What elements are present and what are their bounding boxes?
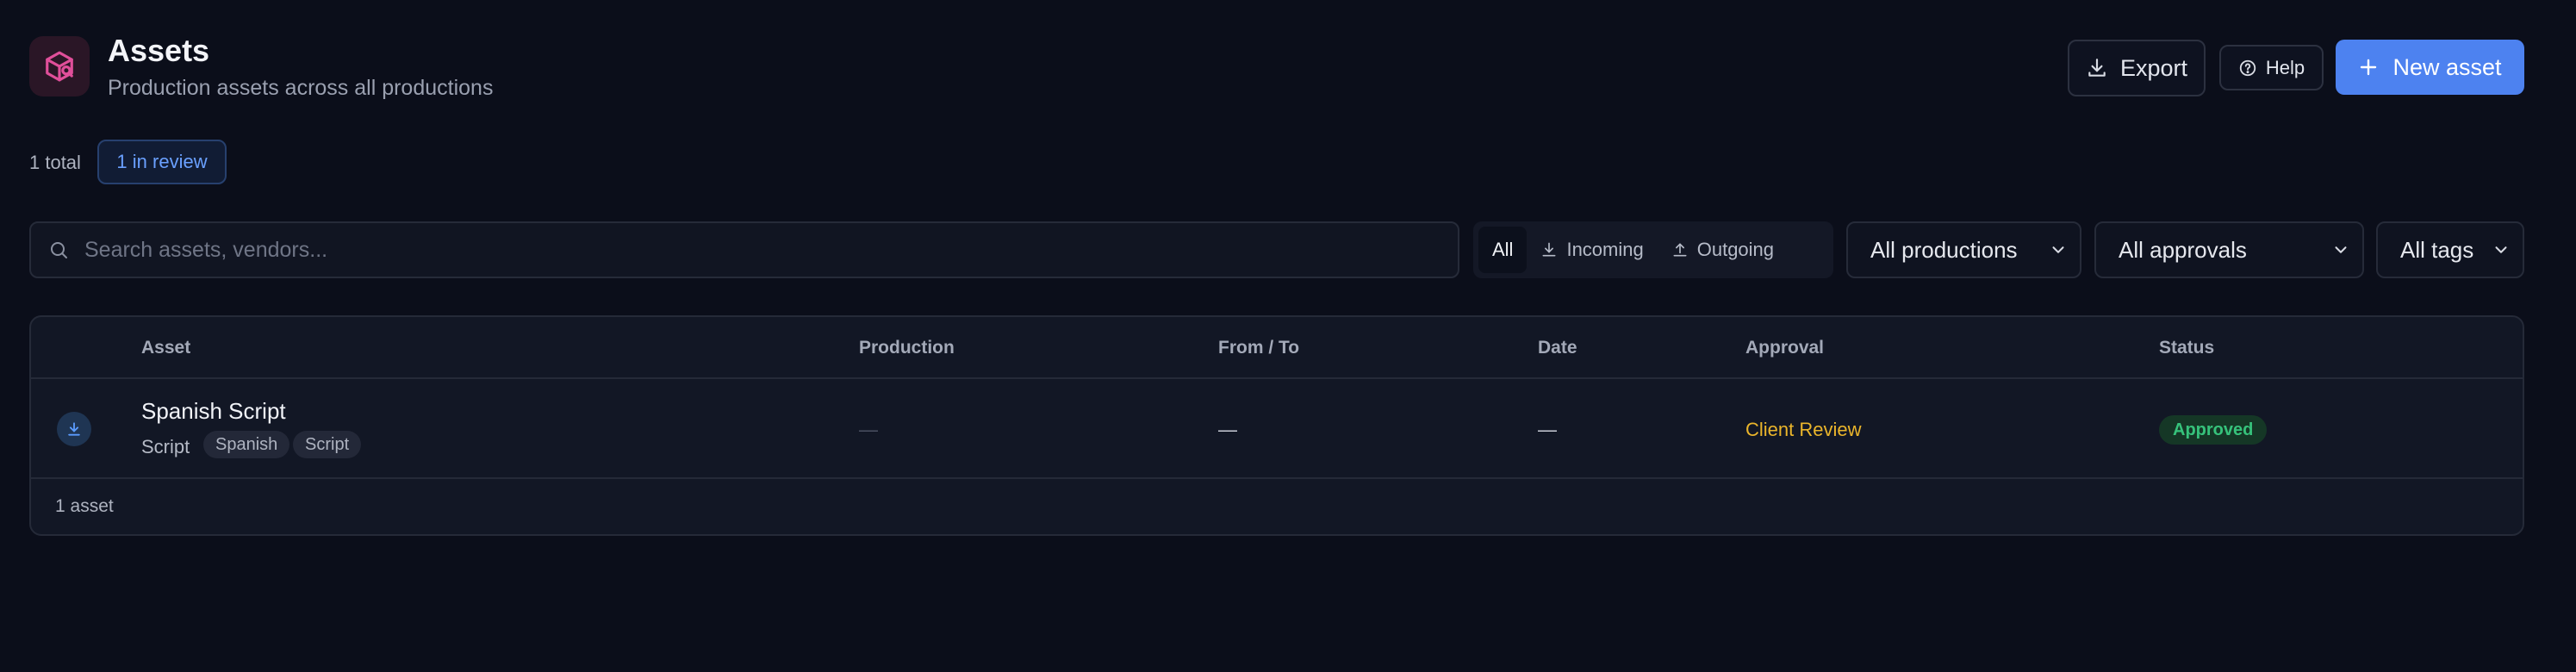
from-to-cell: — — [1218, 419, 1237, 440]
column-header-status[interactable]: Status — [2159, 338, 2214, 358]
chevron-down-icon — [2495, 246, 2507, 253]
asset-type: Script — [141, 436, 190, 457]
search-icon — [51, 242, 67, 258]
chevron-down-icon — [2335, 246, 2347, 253]
table-footer-count: 1 asset — [55, 496, 114, 516]
help-icon — [2239, 59, 2256, 76]
asset-tag: Spanish — [203, 431, 290, 458]
plus-icon — [2361, 59, 2377, 76]
approval-filter-select[interactable]: All approvals — [2094, 221, 2364, 278]
status-badge: Approved — [2159, 415, 2268, 445]
export-button[interactable]: Export — [2068, 40, 2206, 96]
chevron-down-icon — [2052, 246, 2064, 253]
approval-filter-value: All approvals — [2119, 236, 2247, 263]
incoming-direction-icon — [57, 412, 91, 446]
export-label: Export — [2119, 54, 2188, 81]
production-filter-value: All productions — [1870, 236, 2018, 263]
table-row[interactable]: Spanish Script Script Spanish Script — —… — [31, 379, 2523, 479]
app-logo-icon — [29, 36, 90, 96]
asset-tag: Script — [293, 431, 362, 458]
total-count: 1 total — [29, 152, 81, 173]
help-label: Help — [2265, 56, 2305, 78]
new-asset-button[interactable]: New asset — [2336, 40, 2524, 95]
tab-outgoing-label: Outgoing — [1696, 239, 1775, 260]
page-title: Assets — [108, 33, 210, 68]
approval-cell: Client Review — [1745, 419, 1862, 440]
tab-all[interactable]: All — [1478, 227, 1528, 273]
tab-outgoing[interactable]: Outgoing — [1658, 227, 1788, 273]
search-input[interactable] — [83, 236, 1458, 264]
asset-name[interactable]: Spanish Script — [141, 398, 286, 425]
column-header-asset[interactable]: Asset — [141, 338, 190, 358]
table-header: Asset Production From / To Date Approval… — [31, 317, 2523, 379]
tags-filter-select[interactable]: All tags — [2376, 221, 2524, 278]
tab-all-label: All — [1492, 239, 1514, 260]
assets-table: Asset Production From / To Date Approval… — [29, 315, 2524, 536]
in-review-filter[interactable]: 1 in review — [97, 140, 227, 184]
download-icon — [2088, 59, 2106, 77]
column-header-approval[interactable]: Approval — [1745, 338, 1824, 358]
direction-segmented-control: All Incoming Outgoing — [1473, 221, 1833, 278]
column-header-from-to[interactable]: From / To — [1218, 338, 1299, 358]
upload-icon — [1673, 243, 1687, 257]
search-field[interactable] — [29, 221, 1459, 278]
help-button[interactable]: Help — [2219, 45, 2324, 90]
production-cell: — — [859, 419, 878, 440]
page-subtitle: Production assets across all productions — [108, 76, 494, 100]
download-icon — [1542, 242, 1556, 257]
date-cell: — — [1538, 419, 1557, 440]
new-asset-label: New asset — [2392, 53, 2502, 80]
tab-incoming[interactable]: Incoming — [1527, 227, 1657, 273]
production-filter-select[interactable]: All productions — [1846, 221, 2081, 278]
tab-incoming-label: Incoming — [1566, 239, 1644, 260]
tags-filter-value: All tags — [2400, 236, 2474, 263]
column-header-date[interactable]: Date — [1538, 338, 1577, 358]
column-header-production[interactable]: Production — [859, 338, 955, 358]
